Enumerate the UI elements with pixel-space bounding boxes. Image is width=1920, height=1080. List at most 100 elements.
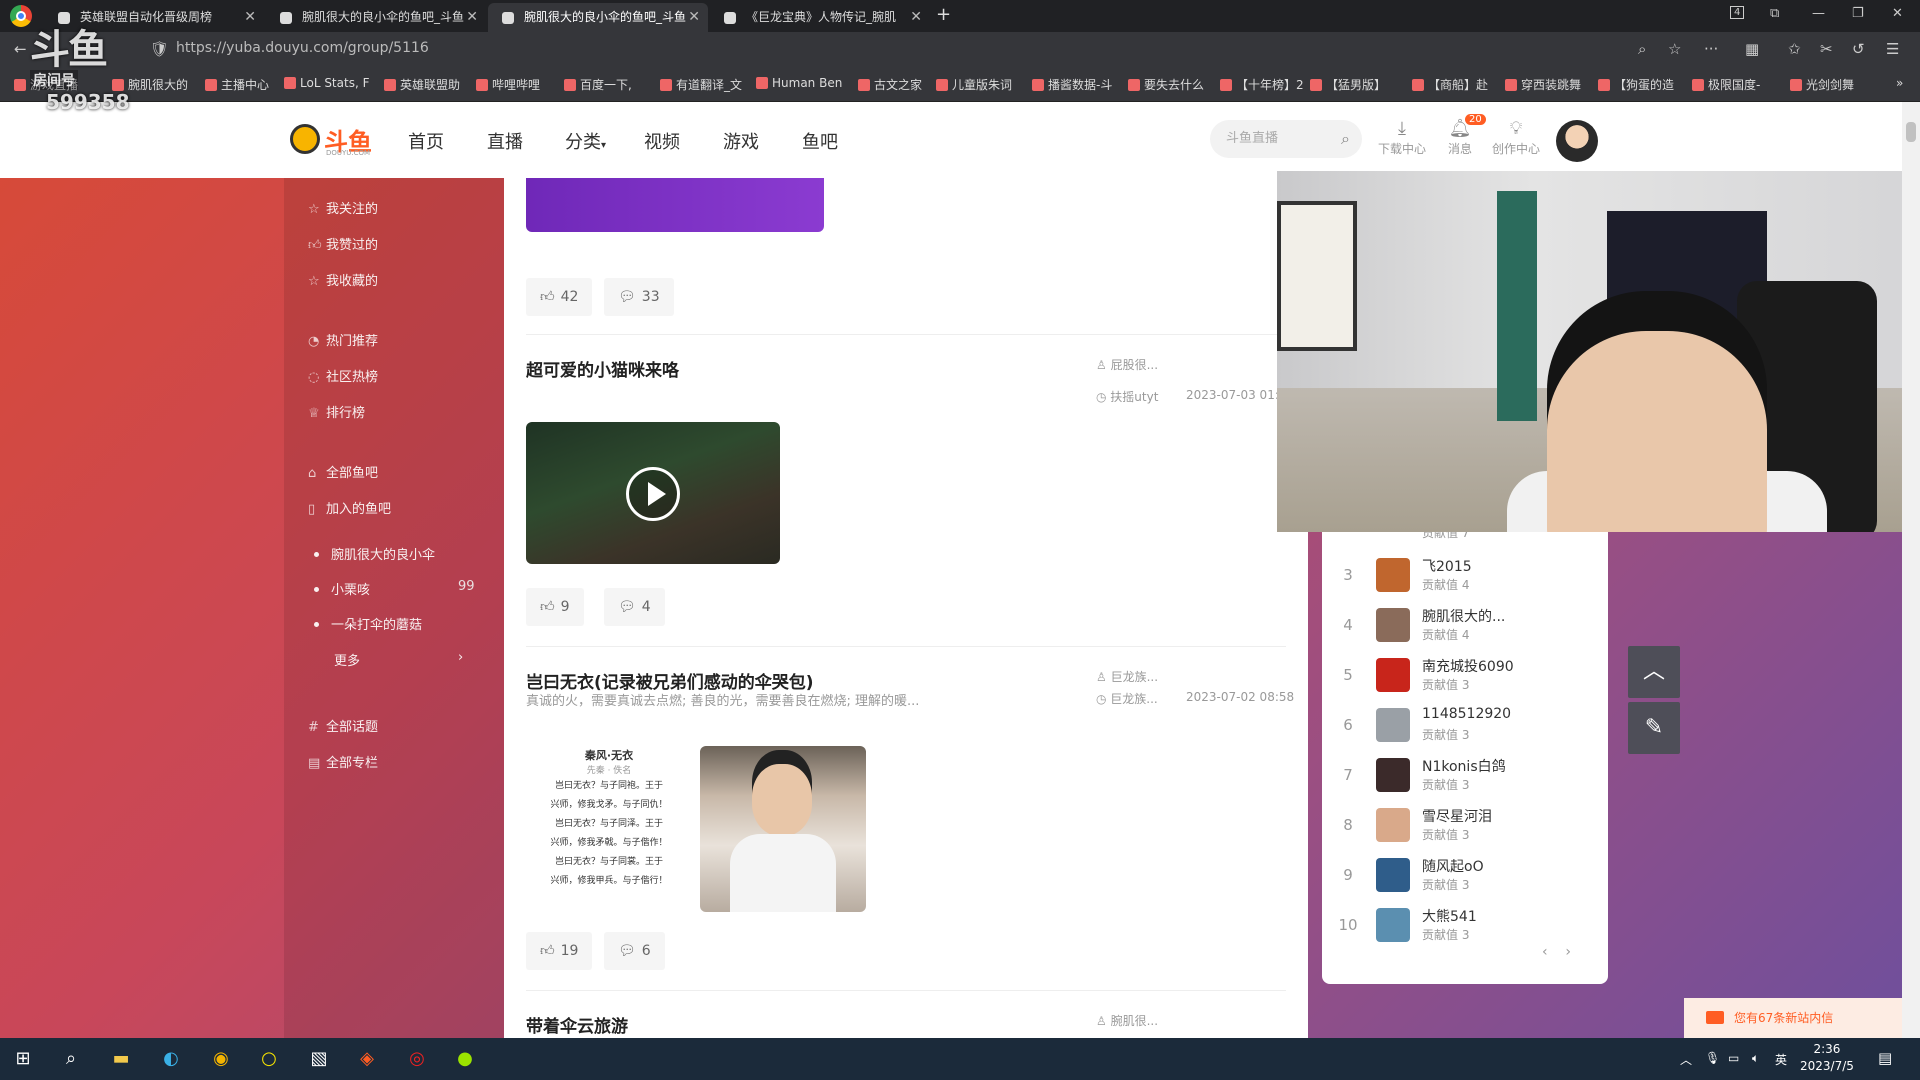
search-icon[interactable]: ⌕ — [58, 1046, 84, 1072]
netease-music-icon[interactable]: ◎ — [404, 1046, 430, 1072]
sidebar-more[interactable]: 更多 › — [334, 650, 463, 669]
sidebar-item-hot[interactable]: ◔ 热门推荐 — [308, 330, 378, 349]
volume-icon[interactable]: 🔈︎ — [1752, 1051, 1759, 1066]
apps-icon[interactable]: ▦ — [1745, 40, 1759, 58]
bookmark-star-icon[interactable]: ☆ — [1668, 40, 1681, 58]
bookmark-item[interactable]: 【猛男版】 — [1310, 76, 1386, 93]
nav-live[interactable]: 直播 — [487, 128, 523, 154]
nav-category[interactable]: 分类▾ — [565, 128, 606, 154]
rank-avatar[interactable] — [1376, 658, 1410, 692]
bookmark-item[interactable]: 百度一下, — [564, 76, 632, 93]
close-tab-icon[interactable]: ✕ — [688, 3, 700, 32]
ranking-row[interactable]: 7 N1konis白鸽 贡献值 3 — [1322, 752, 1608, 802]
bookmark-item[interactable]: 英雄联盟助 — [384, 76, 460, 93]
nav-home[interactable]: 首页 — [408, 128, 444, 154]
back-icon[interactable]: ← — [14, 40, 27, 58]
bookmark-item[interactable]: 光剑剑舞 — [1790, 76, 1854, 93]
creator-center[interactable]: 💡︎ 创作中心 — [1488, 118, 1544, 157]
menu-icon[interactable]: ☰ — [1886, 40, 1899, 58]
bookmark-item[interactable]: 要失去什么 — [1128, 76, 1204, 93]
comment-button[interactable]: 💬︎ 4 — [604, 588, 665, 626]
rank-avatar[interactable] — [1376, 558, 1410, 592]
file-explorer-icon[interactable]: ▬ — [108, 1046, 134, 1072]
undo-icon[interactable]: ↺ — [1852, 40, 1865, 58]
sidebar-item-joined[interactable]: ▯ 加入的鱼吧 — [308, 498, 391, 517]
bookmark-item[interactable]: 极限国度- — [1692, 76, 1760, 93]
bookmark-item[interactable]: 【十年榜】2 — [1220, 76, 1304, 93]
app-chart-icon[interactable]: ▧ — [306, 1046, 332, 1072]
post-photo[interactable] — [700, 746, 866, 912]
sidebar-item-favorites[interactable]: ☆ 我收藏的 — [308, 270, 378, 289]
sidebar-item-following[interactable]: ☆ 我关注的 — [308, 198, 378, 217]
bookmark-item[interactable]: 穿西装跳舞 — [1505, 76, 1581, 93]
rank-avatar[interactable] — [1376, 758, 1410, 792]
browser-logo-icon[interactable] — [10, 5, 32, 27]
post-replier[interactable]: ◷ 巨龙族... — [1096, 690, 1158, 707]
bookmark-item[interactable]: 儿童版朱词 — [936, 76, 1012, 93]
url-field[interactable]: https://yuba.douyu.com/group/5116 — [176, 40, 429, 56]
zoom-icon[interactable]: ⌕ — [1638, 40, 1646, 58]
bookmark-item[interactable]: 播酱数据-斗 — [1032, 76, 1112, 93]
rank-avatar[interactable] — [1376, 808, 1410, 842]
bookmark-item[interactable]: 主播中心 — [205, 76, 269, 93]
tab-count[interactable]: 4 — [1730, 6, 1745, 19]
tray-chevron-icon[interactable]: ︿ — [1680, 1051, 1692, 1068]
ranking-row[interactable]: 4 腕肌很大的... 贡献值 4 — [1322, 602, 1608, 652]
ime-indicator[interactable]: 英 — [1775, 1051, 1787, 1068]
browser-tab[interactable]: 《巨龙宝典》人物传记_腕肌 ✕ — [710, 3, 930, 32]
minimize-icon[interactable]: — — [1812, 6, 1825, 21]
bookmark-item[interactable]: 古文之家 — [858, 76, 922, 93]
sidebar-item-ranking[interactable]: ♕ 排行榜 — [308, 402, 365, 421]
bookmark-item[interactable]: 【商船】赴 — [1412, 76, 1488, 93]
site-logo[interactable]: 斗鱼 DOUYU.COM — [290, 120, 376, 160]
notification-icon[interactable]: ▤ — [1878, 1049, 1892, 1067]
maximize-icon[interactable]: ❐ — [1852, 6, 1864, 21]
sidebar-item-columns[interactable]: ▤ 全部专栏 — [308, 752, 378, 771]
like-button[interactable]: 👍︎ 42 — [526, 278, 593, 316]
comment-button[interactable]: 💬︎ 33 — [604, 278, 674, 316]
windows-start-icon[interactable]: ⊞ — [10, 1046, 36, 1072]
browser-tab[interactable]: 腕肌很大的良小伞的鱼吧_斗鱼 ✕ — [266, 3, 486, 32]
tools-icon[interactable]: ✂ — [1820, 40, 1833, 58]
download-center[interactable]: ⤓ 下载中心 — [1374, 118, 1430, 157]
ranking-row[interactable]: 10 大熊541 贡献值 3 — [1322, 902, 1608, 952]
sidebar-item-all-groups[interactable]: ⌂ 全部鱼吧 — [308, 462, 378, 481]
microphone-icon[interactable]: 🎙︎ — [1705, 1051, 1720, 1065]
ranking-row[interactable]: 6 1148512920 贡献值 3 — [1322, 702, 1608, 752]
sidebar-group-item[interactable]: 一朵打伞的蘑菇 — [308, 614, 422, 633]
scrollbar-thumb[interactable] — [1906, 122, 1916, 142]
nav-video[interactable]: 视频 — [644, 128, 680, 154]
search-input[interactable]: 斗鱼直播 ⌕ — [1210, 120, 1362, 158]
like-button[interactable]: 👍︎ 19 — [526, 932, 593, 970]
close-tab-icon[interactable]: ✕ — [910, 3, 922, 32]
bookmark-item[interactable]: 有道翻译_文 — [660, 76, 742, 93]
sidebar-group-item[interactable]: 小栗咳 99 — [308, 579, 475, 598]
bookmark-item[interactable]: 哔哩哔哩 — [476, 76, 540, 93]
rank-avatar[interactable] — [1376, 608, 1410, 642]
rank-avatar[interactable] — [1376, 908, 1410, 942]
page-scrollbar[interactable] — [1902, 102, 1920, 1038]
sidebar-item-liked[interactable]: 👍︎ 我赞过的 — [308, 234, 378, 253]
taskbar-clock[interactable]: 2:36 2023/7/5 — [1800, 1041, 1854, 1075]
post-item[interactable]: 带着伞云旅游 ♙ 腕肌很... — [526, 1012, 1286, 1037]
search-icon[interactable]: ⌕ — [1341, 120, 1350, 158]
comment-button[interactable]: 💬︎ 6 — [604, 932, 665, 970]
ranking-row[interactable]: 8 雪尽星河泪 贡献值 3 — [1322, 802, 1608, 852]
post-author[interactable]: ♙ 巨龙族... — [1096, 668, 1158, 685]
bookmark-item[interactable]: 【狗蛋的造 — [1598, 76, 1674, 93]
like-button[interactable]: 👍︎ 9 — [526, 588, 584, 626]
ranking-row[interactable]: 9 随风起oO 贡献值 3 — [1322, 852, 1608, 902]
close-tab-icon[interactable]: ✕ — [466, 3, 478, 32]
user-avatar[interactable] — [1556, 120, 1598, 162]
chrome-icon[interactable]: ◉ — [208, 1046, 234, 1072]
sidebar-item-topics[interactable]: # 全部话题 — [308, 716, 378, 735]
back-to-top-button[interactable]: ︿ — [1628, 646, 1680, 698]
nav-yuba[interactable]: 鱼吧 — [802, 128, 838, 154]
edge-icon[interactable]: ◐ — [158, 1046, 184, 1072]
ranking-row[interactable]: 3 飞2015 贡献值 4 — [1322, 552, 1608, 602]
nav-games[interactable]: 游戏 — [723, 128, 759, 154]
rank-avatar[interactable] — [1376, 858, 1410, 892]
sidebar-group-item[interactable]: 腕肌很大的良小伞 — [308, 544, 435, 563]
post-author[interactable]: ♙ 腕肌很... — [1096, 1012, 1158, 1029]
video-thumbnail[interactable] — [526, 422, 780, 564]
